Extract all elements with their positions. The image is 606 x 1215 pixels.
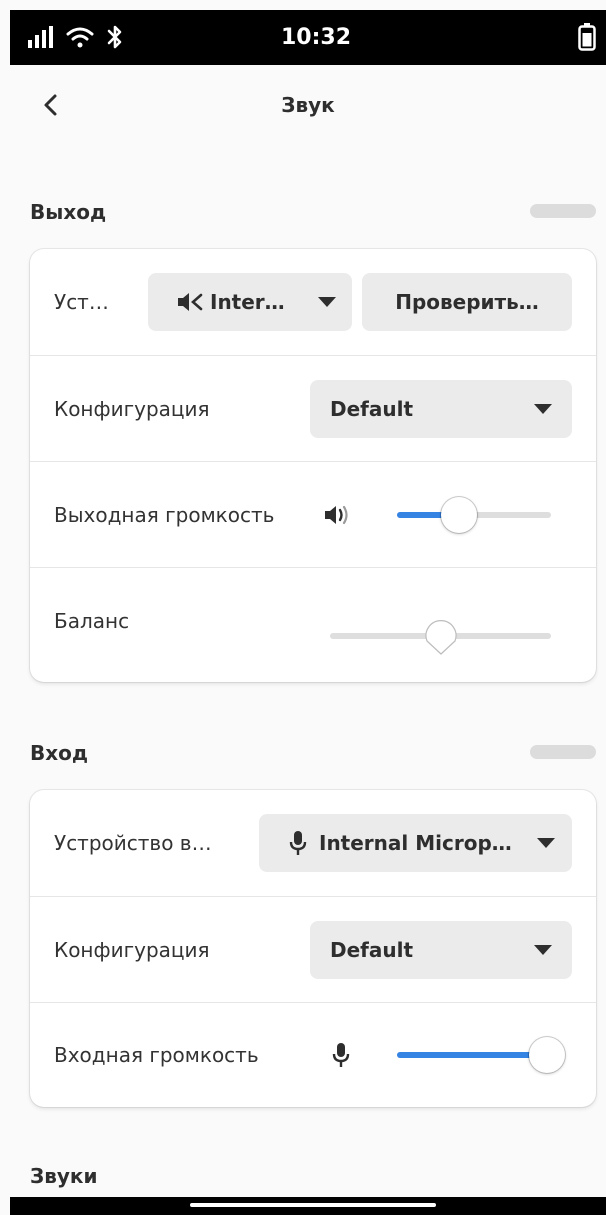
battery-icon: [578, 23, 596, 51]
microphone-icon: [332, 1043, 350, 1067]
output-volume-row: Выходная громкость: [30, 461, 596, 567]
input-volume-fill: [397, 1052, 547, 1058]
output-config-row: Конфигурация Default: [30, 355, 596, 461]
microphone-icon: [289, 831, 307, 855]
input-section-title: Вход: [30, 741, 89, 765]
balance-label: Баланс: [54, 609, 130, 633]
output-volume-label: Выходная громкость: [54, 502, 275, 527]
chevron-down-icon: [534, 944, 552, 955]
speaker-icon: [178, 293, 203, 311]
bluetooth-icon: [107, 25, 122, 49]
output-level-indicator: [530, 204, 596, 218]
input-device-row: Устройство в… Internal Microp…: [30, 790, 596, 896]
input-device-label: Устройство в…: [54, 831, 212, 855]
balance-slider[interactable]: [330, 620, 551, 655]
input-volume-handle[interactable]: [529, 1037, 565, 1073]
wifi-icon: [66, 27, 94, 48]
test-button[interactable]: Проверить…: [362, 273, 572, 331]
input-card: Устройство в… Internal Microp… Конфигура…: [30, 790, 596, 1107]
home-indicator[interactable]: [190, 1203, 436, 1207]
chevron-down-icon: [534, 403, 552, 414]
output-volume-handle[interactable]: [440, 496, 477, 533]
home-bar: [10, 1197, 606, 1215]
input-device-dropdown[interactable]: Internal Microp…: [259, 814, 572, 872]
volume-medium-icon: [325, 505, 348, 524]
input-config-value: Default: [330, 937, 414, 962]
sounds-section-title: Звуки: [30, 1164, 98, 1188]
page-title: Звук: [281, 93, 335, 117]
output-device-dropdown[interactable]: Inter…: [148, 273, 352, 331]
output-card: Уст… Inter… Проверить… Конфигурация Defa…: [30, 249, 596, 682]
input-volume-row: Входная громкость: [30, 1002, 596, 1107]
output-device-row: Уст… Inter… Проверить…: [30, 249, 596, 355]
input-config-dropdown[interactable]: Default: [310, 920, 572, 979]
output-config-label: Конфигурация: [54, 396, 210, 421]
output-device-label: Уст…: [54, 290, 109, 314]
output-config-dropdown[interactable]: Default: [310, 379, 572, 438]
input-volume-label: Входная громкость: [54, 1043, 259, 1067]
header-bar: Звук: [10, 65, 606, 145]
test-button-label: Проверить…: [395, 290, 539, 314]
input-config-row: Конфигурация Default: [30, 896, 596, 1002]
output-volume-slider[interactable]: [397, 496, 551, 533]
status-time: 10:32: [281, 25, 352, 50]
balance-row: Баланс: [30, 567, 596, 682]
output-device-value: Inter…: [210, 290, 285, 314]
input-device-value: Internal Microp…: [319, 831, 512, 855]
output-section-title: Выход: [30, 200, 107, 224]
balance-handle[interactable]: [423, 620, 459, 656]
input-config-label: Конфигурация: [54, 937, 210, 962]
input-volume-slider[interactable]: [397, 1037, 565, 1073]
chevron-down-icon: [537, 838, 555, 848]
output-config-value: Default: [330, 396, 414, 421]
chevron-down-icon: [318, 297, 336, 307]
signal-icon: [28, 26, 53, 48]
input-level-indicator: [530, 745, 596, 759]
status-bar: 10:32: [10, 10, 606, 65]
